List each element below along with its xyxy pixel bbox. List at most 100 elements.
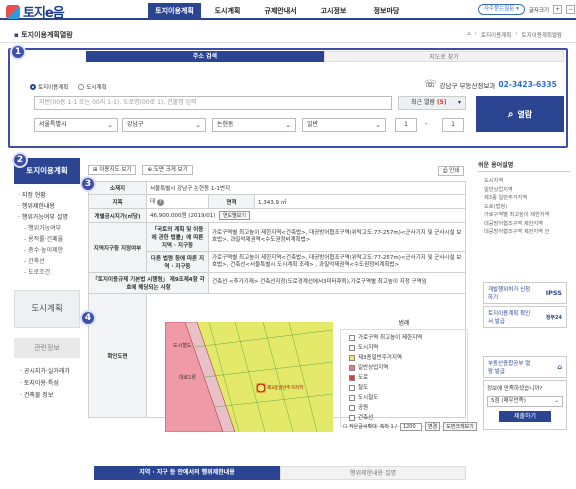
search-submit-button[interactable]: ⌕ 열람 (476, 96, 564, 132)
legend-item: 공원 (341, 403, 467, 413)
dong-select[interactable]: 논현동 ⌄ (212, 118, 296, 132)
sidebar-subitem[interactable]: - 건축선 (18, 256, 80, 267)
chevron-down-icon: ⌄ (107, 121, 113, 129)
city-plan-button[interactable]: 도시계획 (14, 290, 80, 328)
label-area: 면적 (208, 194, 255, 209)
sidebar-item-restriction[interactable]: · 행위제한내용 (18, 201, 80, 212)
lot-dash: - (425, 120, 428, 128)
help-icon[interactable]: ? (156, 199, 164, 206)
map-tools: ⊞ 이용지도 보기 ⊕ 도면 크게 보기 (88, 165, 193, 175)
value-law1: 가로구역별 최고높이 제한지역<건축법>, 대공방어협조구역(위탁고도:77-2… (208, 222, 466, 252)
satisfaction-survey: 정보에 만족하셨습니까? 5점 (매우만족) ⌄ 제출하기 (483, 380, 567, 430)
legend-swatch (349, 405, 355, 411)
table-row: 지목 대 ? 면적 1,343.9 ㎡ (88, 194, 466, 209)
map-label-zone: 제3종일반주거지역 (267, 386, 303, 391)
ad-dev-permit[interactable]: 개발행위허가 신청하기 IPSS (483, 282, 567, 304)
tab-map-search[interactable]: 지도로 찾기 (324, 51, 564, 62)
sigungu-select[interactable]: 강남구 ⌄ (122, 118, 206, 132)
legend-label: 도로 (358, 375, 369, 381)
glossary-item[interactable]: 도시지역 (484, 177, 570, 186)
legend-title: 범례 (398, 320, 410, 327)
breadcrumb-bar: ▪ 토지이용계획열람 ⌂ › 토지이용계획 › 토지이용계획열람 (0, 27, 576, 43)
glossary-list: 도시지역 일반상업지역 제3종 일반주거지역 도로(법정) 가로구역별 최고높이… (478, 177, 570, 237)
glossary-item[interactable]: 일반상업지역 (484, 186, 570, 195)
radio-land-use[interactable]: 토지이용계획 (30, 83, 68, 91)
glossary-item[interactable]: 대공방어협조구역 제한지역 (484, 220, 570, 229)
glossary-item[interactable]: 가로구역별 최고높이 제한지역 (484, 211, 570, 220)
related-item-building[interactable]: · 건축물 정보 (20, 390, 70, 402)
survey-question: 정보에 만족하셨습니까? (487, 386, 543, 392)
tab-restriction-explain[interactable]: 행위제한내용 설명 (280, 466, 466, 480)
breadcrumb: ⌂ › 토지이용계획 › 토지이용계획열람 (467, 31, 562, 39)
glossary-item[interactable]: 제3종 일반주거지역 (484, 194, 570, 203)
search-tabs: 주소 검색 지도로 찾기 (86, 51, 564, 62)
legend-item: 제3종일반주거지역 (341, 353, 467, 363)
legend-label: 가로구역 최고높이 제한지역 (358, 335, 423, 341)
table-row: 개별공시지가(㎡당) 46,900,000원 (2019/01) 연도별보기 (88, 208, 466, 223)
bubun-input[interactable]: 1 (442, 118, 464, 132)
related-item-price[interactable]: · 공시지가·실거래가 (20, 366, 70, 378)
sidebar-subitem[interactable]: - 층수·높이제한 (18, 245, 80, 256)
chevron-down-icon: ⌄ (375, 121, 381, 129)
land-use-map[interactable]: 도시철도 대로1류 제3종일반주거지역 (165, 322, 333, 432)
related-item-land[interactable]: · 토지이용·특성 (20, 378, 70, 390)
table-row: 지역지구등 지정여부 「국토의 계획 및 이용에 관한 법률」에 따른 지역 ·… (88, 222, 466, 273)
yearly-price-button[interactable]: 연도별보기 (218, 211, 250, 220)
scale-input[interactable]: 1200 (399, 422, 422, 431)
nav-info[interactable]: 정보마당 (360, 3, 413, 19)
sido-select[interactable]: 서울특별시 ⌄ (34, 118, 118, 132)
nav-land-use[interactable]: 토지이용계획 (148, 3, 201, 19)
ad-land-cert[interactable]: 토지이용계획 확인서 발급 정부24 (483, 306, 567, 328)
site-logo[interactable]: 토지e음 (6, 2, 65, 21)
search-type-radios: 토지이용계획 도시계획 (30, 83, 107, 91)
map-view-button[interactable]: ⊞ 이용지도 보기 (88, 165, 137, 175)
enlarge-map-button[interactable]: ⊕ 도면 크게 보기 (142, 165, 193, 175)
legend-item: 도로 (341, 373, 467, 383)
tab-address-search[interactable]: 주소 검색 (86, 51, 324, 62)
enlarge-drawing-button[interactable]: 도면크게보기 (443, 422, 477, 431)
legend-item: 가로구역 최고높이 제한지역 (341, 333, 467, 343)
font-plus-button[interactable]: + (553, 5, 563, 14)
glossary-item[interactable]: 도로(법정) (484, 203, 570, 212)
breadcrumb-land-use[interactable]: 토지이용계획 (481, 31, 511, 39)
tab-restrictions[interactable]: 지역 · 지구 등 안에서의 행위제한내용 (94, 466, 280, 480)
legend-swatch (349, 415, 355, 421)
bonbun-input[interactable]: 1 (395, 118, 417, 132)
faq-button[interactable]: 자주묻는질문 ▾ (478, 4, 525, 15)
value-jimok: 대 ? (146, 194, 209, 209)
radio-city-plan[interactable]: 도시계획 (78, 83, 107, 91)
sidebar-item-status[interactable]: · 지정 현황 (18, 190, 80, 201)
print-button[interactable]: ⎙ 인쇄 (438, 166, 465, 176)
map-legend: 범례 가로구역 최고높이 제한지역 도시지역 제3종일반주거지역 일반상업지역 도로 철도… (340, 318, 468, 427)
nav-notice[interactable]: 고시정보 (307, 3, 360, 19)
sidebar-subitem[interactable]: - 행위가능여부 (18, 223, 80, 234)
font-minus-button[interactable]: − (566, 5, 576, 14)
logo-text: 토지e음 (23, 6, 65, 21)
survey-submit-button[interactable]: 제출하기 (499, 411, 551, 422)
radio-checked-icon (30, 84, 36, 90)
survey-select[interactable]: 5점 (매우만족) ⌄ (487, 396, 563, 407)
nav-city-plan[interactable]: 도시계획 (201, 3, 254, 19)
sidebar-subitem[interactable]: - 용적률·건폐율 (18, 234, 80, 245)
small-text-checkbox[interactable]: ☐ 작은글씨확대 (343, 423, 377, 430)
value-regulation: 건축선 <추가기재> 건축선지정(도로경계선에서3미터후퇴),가로구역별 최고높… (208, 272, 466, 294)
glossary-item[interactable]: 대공방어협조구역 제한지역 안 (484, 228, 570, 237)
phone-icon: ☏ (424, 79, 437, 90)
sidebar-subitem[interactable]: - 도로조건 (18, 267, 80, 278)
legend-label: 제3종일반주거지역 (358, 355, 402, 361)
ad-realestate[interactable]: 부동산종합공부 열람 발급 ⌂ (483, 356, 567, 378)
sidebar-item-explain[interactable]: · 행위가능여부 설명 (18, 212, 80, 223)
san-select[interactable]: 일반 ⌄ (302, 118, 386, 132)
recent-view-dropdown[interactable]: 최근 열람 (5) ▾ (398, 96, 466, 110)
house-icon: ⌂ (557, 363, 562, 371)
home-icon[interactable]: ⌂ (467, 31, 471, 39)
value-area: 1,343.9 ㎡ (254, 194, 466, 209)
legend-label: 도시지역 (358, 345, 379, 351)
label-price: 개별공시지가(㎡당) (88, 208, 147, 223)
legend-swatch (349, 375, 355, 381)
legend-swatch (349, 345, 355, 351)
address-search-input[interactable]: 지번(00동 1-1 또는 00리 1-1), 도로명(00로 1), 건물명 … (34, 96, 392, 110)
scale-change-button[interactable]: 변경 (424, 422, 441, 431)
contact-info: ☏ 강남구 부동산정보과 02-3423-6335 (424, 79, 557, 90)
nav-regulation[interactable]: 규제안내서 (254, 3, 307, 19)
